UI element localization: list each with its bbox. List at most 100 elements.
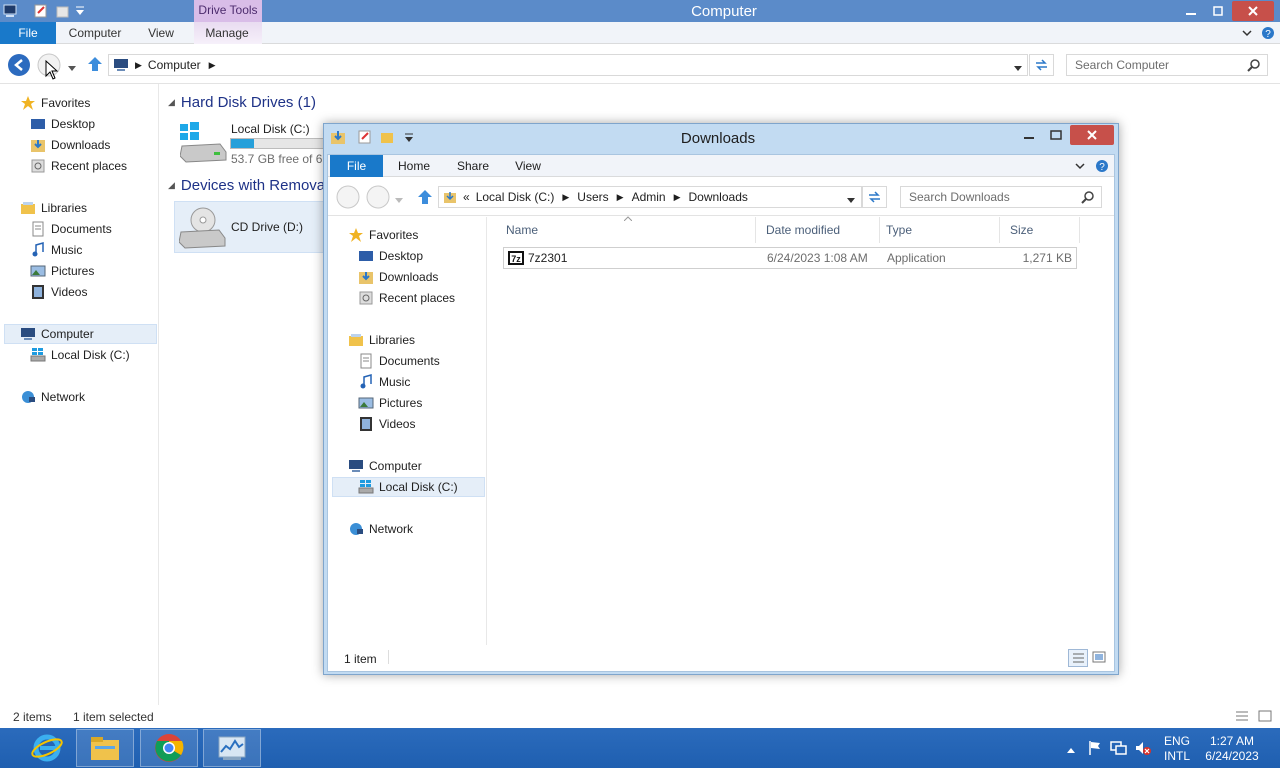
address-dropdown-icon[interactable] [846, 193, 856, 207]
main-back-button[interactable] [7, 53, 31, 80]
recent-locations-icon[interactable] [394, 193, 404, 207]
large-icons-view-icon[interactable] [1092, 651, 1106, 666]
details-view-icon[interactable] [1235, 710, 1249, 725]
main-nav-documents[interactable]: Documents [30, 219, 112, 239]
downloads-up-button[interactable] [416, 188, 434, 209]
breadcrumb-chevron-icon[interactable]: ▶ [617, 192, 624, 203]
breadcrumb-chevron-icon[interactable]: ▶ [135, 60, 142, 71]
main-nav-pictures[interactable]: Pictures [30, 261, 94, 281]
details-view-button[interactable] [1068, 649, 1088, 667]
main-up-button[interactable] [86, 55, 104, 76]
main-title-bar[interactable] [0, 0, 1280, 22]
volume-muted-icon[interactable] [1134, 740, 1152, 759]
file-explorer-taskbar-button[interactable] [76, 729, 134, 767]
breadcrumb-local-disk[interactable]: Local Disk (C:) [476, 190, 555, 204]
network-status-icon[interactable] [1110, 740, 1128, 759]
main-close-button[interactable] [1232, 1, 1274, 21]
dl-nav-downloads[interactable]: Downloads [358, 267, 438, 287]
downloads-window[interactable]: Downloads File Home Share View ? « Local… [323, 123, 1119, 675]
dl-nav-documents[interactable]: Documents [358, 351, 440, 371]
show-hidden-icons-button[interactable] [1066, 743, 1076, 757]
group-collapse-icon[interactable]: ◢ [168, 97, 175, 108]
downloads-refresh-button[interactable] [862, 186, 887, 208]
main-nav-computer[interactable]: Computer [4, 324, 157, 344]
main-search-input[interactable]: Search Computer [1066, 54, 1268, 76]
breadcrumb-admin[interactable]: Admin [632, 190, 666, 204]
main-nav-local-disk[interactable]: Local Disk (C:) [30, 345, 130, 365]
dl-nav-desktop[interactable]: Desktop [358, 246, 423, 266]
downloads-tab-file[interactable]: File [330, 155, 383, 177]
column-header-date[interactable]: Date modified [760, 217, 880, 243]
main-nav-network[interactable]: Network [20, 387, 85, 407]
dl-nav-favorites[interactable]: Favorites [348, 225, 418, 245]
cd-drive-d-tile[interactable]: CD Drive (D:) [174, 201, 326, 253]
downloads-address-bar[interactable]: « Local Disk (C:) ▶ Users ▶ Admin ▶ Down… [438, 186, 862, 208]
large-icons-view-icon[interactable] [1258, 710, 1272, 725]
hard-disk-drives-group-header[interactable]: ◢ Hard Disk Drives (1) [168, 94, 338, 111]
downloads-tab-share[interactable]: Share [452, 155, 494, 177]
breadcrumb-overflow[interactable]: « [463, 190, 470, 204]
column-header-size[interactable]: Size [1000, 217, 1080, 243]
main-nav-favorites[interactable]: Favorites [20, 93, 90, 113]
table-row[interactable]: 7z 7z2301 6/24/2023 1:08 AM Application … [503, 247, 1077, 269]
recent-locations-icon[interactable] [67, 61, 77, 75]
main-nav-downloads[interactable]: Downloads [30, 135, 110, 155]
main-tab-computer[interactable]: Computer [63, 22, 127, 44]
column-header-name[interactable]: Name [498, 216, 756, 243]
main-nav-recent-places[interactable]: Recent places [30, 156, 127, 176]
main-nav-videos[interactable]: Videos [30, 282, 87, 302]
internet-explorer-icon[interactable] [30, 731, 64, 768]
downloads-tab-home[interactable]: Home [392, 155, 436, 177]
downloads-back-button[interactable] [336, 185, 360, 212]
properties-icon[interactable] [34, 4, 48, 18]
computer-window-icon[interactable] [3, 4, 17, 18]
dl-nav-music[interactable]: Music [358, 372, 410, 392]
removable-devices-group-header[interactable]: ◢ Devices with Remova [168, 177, 328, 194]
main-refresh-button[interactable] [1029, 54, 1054, 76]
downloads-tab-view[interactable]: View [508, 155, 548, 177]
help-icon[interactable]: ? [1095, 159, 1109, 176]
expand-ribbon-icon[interactable] [1241, 27, 1253, 42]
breadcrumb-computer[interactable]: Computer [148, 58, 201, 72]
breadcrumb-downloads[interactable]: Downloads [689, 190, 748, 204]
downloads-maximize-button[interactable] [1043, 126, 1069, 144]
main-nav-pane-divider[interactable] [158, 84, 159, 705]
main-nav-libraries[interactable]: Libraries [20, 198, 87, 218]
main-restore-button[interactable] [1205, 2, 1231, 20]
dl-nav-videos[interactable]: Videos [358, 414, 415, 434]
breadcrumb-users[interactable]: Users [577, 190, 608, 204]
dl-nav-network[interactable]: Network [348, 519, 413, 539]
main-address-bar[interactable]: ▶ Computer ▶ [108, 54, 1028, 76]
dl-nav-libraries[interactable]: Libraries [348, 330, 415, 350]
breadcrumb-chevron-icon[interactable]: ▶ [674, 192, 681, 203]
group-collapse-icon[interactable]: ◢ [168, 180, 175, 191]
expand-ribbon-icon[interactable] [1074, 160, 1086, 175]
dl-nav-pictures[interactable]: Pictures [358, 393, 422, 413]
breadcrumb-chevron-icon[interactable]: ▶ [562, 192, 569, 203]
dl-nav-local-disk[interactable]: Local Disk (C:) [332, 477, 485, 497]
chrome-taskbar-button[interactable] [140, 729, 198, 767]
new-folder-icon[interactable] [56, 4, 70, 18]
main-minimize-button[interactable] [1178, 2, 1204, 20]
downloads-close-button[interactable] [1070, 125, 1114, 145]
clock[interactable]: 1:27 AM 6/24/2023 [1196, 734, 1268, 764]
dl-nav-computer[interactable]: Computer [348, 456, 422, 476]
main-nav-desktop[interactable]: Desktop [30, 114, 95, 134]
input-language-indicator[interactable]: ENG INTL [1158, 734, 1196, 764]
main-tab-view[interactable]: View [140, 22, 182, 44]
task-manager-taskbar-button[interactable] [203, 729, 261, 767]
main-tab-file[interactable]: File [0, 22, 56, 44]
main-tab-manage[interactable]: Manage [196, 22, 258, 44]
dl-nav-recent-places[interactable]: Recent places [358, 288, 455, 308]
breadcrumb-chevron-icon[interactable]: ▶ [209, 60, 216, 71]
action-center-flag-icon[interactable] [1087, 740, 1103, 759]
downloads-nav-pane-divider[interactable] [486, 217, 487, 645]
customize-qat-icon[interactable] [75, 5, 89, 19]
downloads-search-input[interactable]: Search Downloads [900, 186, 1102, 208]
main-nav-music[interactable]: Music [30, 240, 82, 260]
address-dropdown-icon[interactable] [1013, 61, 1023, 75]
downloads-minimize-button[interactable] [1016, 126, 1042, 144]
help-icon[interactable]: ? [1261, 26, 1275, 43]
downloads-forward-button[interactable] [366, 185, 390, 212]
column-header-type[interactable]: Type [880, 217, 1000, 243]
